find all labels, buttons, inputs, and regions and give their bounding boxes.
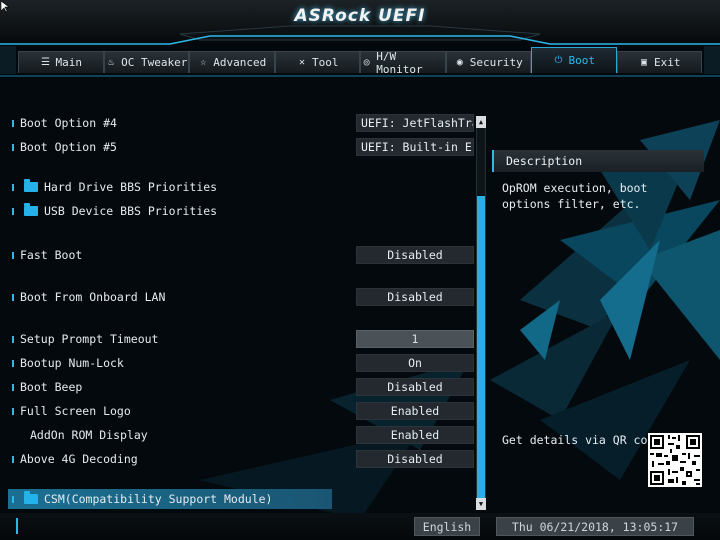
flame-icon: ♨ xyxy=(108,57,115,68)
submenu-csm[interactable]: CSM(Compatibility Support Module) xyxy=(8,489,332,509)
power-icon: ⏻ xyxy=(554,55,563,66)
addon-rom-dropdown[interactable]: Enabled xyxy=(356,426,474,444)
tab-bar: ☰ Main ♨ OC Tweaker ☆ Advanced ✕ Tool ◎ … xyxy=(18,47,702,76)
boot-option-5-value[interactable]: UEFI: Built-in EF... xyxy=(356,138,474,156)
scroll-up-arrow-icon[interactable]: ▲ xyxy=(476,116,486,128)
qr-code-caption: Get details via QR code xyxy=(502,433,662,447)
bullet-marker xyxy=(12,143,14,151)
setting-boot-option-5[interactable]: Boot Option #5 UEFI: Built-in EF... xyxy=(8,137,474,157)
bullet-marker xyxy=(12,293,14,301)
setting-boot-from-onboard-lan[interactable]: Boot From Onboard LAN Disabled xyxy=(8,287,474,307)
tab-boot[interactable]: ⏻ Boot xyxy=(531,47,617,73)
onboard-lan-dropdown[interactable]: Disabled xyxy=(356,288,474,306)
list-icon: ☰ xyxy=(41,57,50,68)
scrollbar-thumb[interactable] xyxy=(477,196,485,499)
setting-setup-prompt-timeout[interactable]: Setup Prompt Timeout 1 xyxy=(8,329,474,349)
bullet-marker xyxy=(12,207,14,215)
scroll-down-arrow-icon[interactable]: ▼ xyxy=(476,498,486,510)
setting-above-4g-decoding[interactable]: Above 4G Decoding Disabled xyxy=(8,449,474,469)
tab-exit[interactable]: ▣ Exit xyxy=(616,51,702,73)
tab-tool[interactable]: ✕ Tool xyxy=(274,51,360,73)
star-icon: ☆ xyxy=(200,57,207,68)
fast-boot-dropdown[interactable]: Disabled xyxy=(356,246,474,264)
tab-hw-monitor[interactable]: ◎ H/W Monitor xyxy=(360,50,446,76)
bullet-marker xyxy=(12,407,14,415)
language-button[interactable]: English xyxy=(414,517,480,536)
setting-fast-boot[interactable]: Fast Boot Disabled xyxy=(8,245,474,265)
full-screen-logo-dropdown[interactable]: Enabled xyxy=(356,402,474,420)
folder-icon xyxy=(24,491,38,504)
submenu-usb-device-bbs-priorities[interactable]: USB Device BBS Priorities xyxy=(8,201,468,221)
tools-icon: ✕ xyxy=(298,57,306,68)
folder-icon xyxy=(24,179,38,192)
bullet-marker xyxy=(12,335,14,343)
setting-full-screen-logo[interactable]: Full Screen Logo Enabled xyxy=(8,401,474,421)
setting-boot-beep[interactable]: Boot Beep Disabled xyxy=(8,377,474,397)
description-header: Description xyxy=(492,150,704,172)
shield-icon: ◉ xyxy=(456,57,463,68)
folder-icon xyxy=(24,203,38,216)
above-4g-dropdown[interactable]: Disabled xyxy=(356,450,474,468)
bullet-marker xyxy=(12,455,14,463)
tab-advanced[interactable]: ☆ Advanced xyxy=(189,51,275,73)
setting-bootup-num-lock[interactable]: Bootup Num-Lock On xyxy=(8,353,474,373)
setting-addon-rom-display[interactable]: AddOn ROM Display Enabled xyxy=(8,425,474,445)
qr-code-icon xyxy=(648,433,702,487)
tab-main[interactable]: ☰ Main xyxy=(18,51,104,73)
tab-security[interactable]: ◉ Security xyxy=(445,51,531,73)
bullet-marker xyxy=(12,119,14,127)
bullet-marker xyxy=(12,359,14,367)
bullet-marker xyxy=(12,251,14,259)
monitor-icon: ◎ xyxy=(363,57,370,68)
description-text: OpROM execution, boot options filter, et… xyxy=(502,181,648,211)
asrock-uefi-logo: ASRock UEFI xyxy=(294,6,426,26)
date-time-display: Thu 06/21/2018, 13:05:17 xyxy=(496,517,694,536)
tab-oc-tweaker[interactable]: ♨ OC Tweaker xyxy=(103,51,189,73)
bullet-marker xyxy=(12,495,14,503)
submenu-hard-drive-bbs-priorities[interactable]: Hard Drive BBS Priorities xyxy=(8,177,468,197)
setting-boot-option-4[interactable]: Boot Option #4 UEFI: JetFlashTra... xyxy=(8,113,474,133)
exit-icon: ▣ xyxy=(640,57,648,68)
setup-timeout-input[interactable]: 1 xyxy=(356,330,474,348)
boot-option-4-value[interactable]: UEFI: JetFlashTra... xyxy=(356,114,474,132)
status-bar-accent xyxy=(16,518,18,534)
bullet-marker xyxy=(12,383,14,391)
numlock-dropdown[interactable]: On xyxy=(356,354,474,372)
boot-beep-dropdown[interactable]: Disabled xyxy=(356,378,474,396)
bullet-marker xyxy=(12,183,14,191)
